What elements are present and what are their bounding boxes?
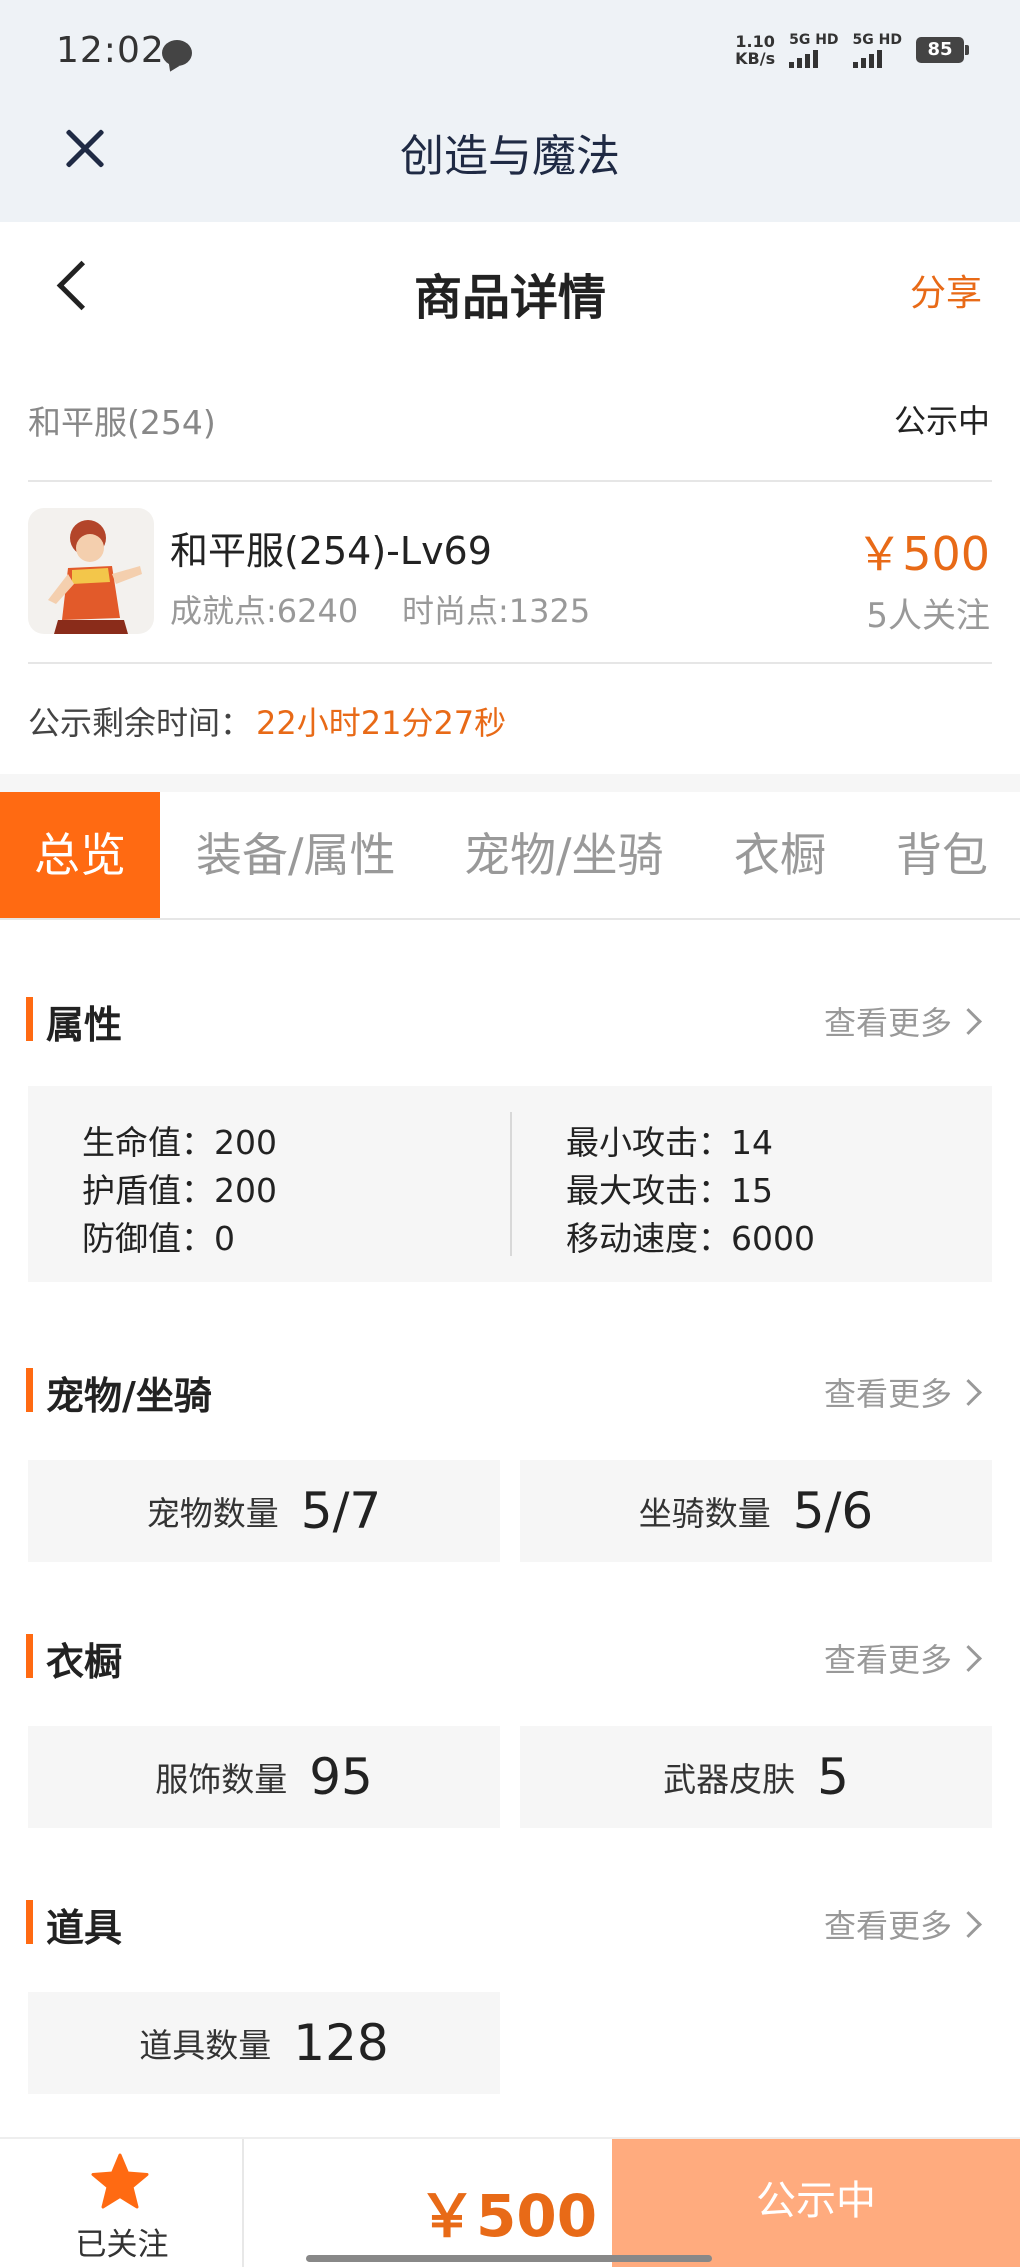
bottom-action-bar: 已关注 ￥500 公示中: [0, 2137, 1020, 2267]
stat-label: 道具数量: [139, 2026, 272, 2065]
tab-backpack[interactable]: 背包: [896, 792, 988, 918]
props-title: 道具: [46, 1906, 123, 1950]
wardrobe-title: 衣橱: [46, 1640, 123, 1684]
stat-value: 5/7: [300, 1482, 382, 1540]
top-header-area: 12:02 1.10 KB/s 5G HD 5G HD 85 创造与魔法: [0, 0, 1020, 222]
signal-bars-icon: [789, 50, 819, 68]
tab-wardrobe[interactable]: 衣橱: [734, 792, 826, 918]
section-accent-bar: [26, 1900, 33, 1944]
stat-label: 服饰数量: [155, 1760, 288, 1799]
bottom-price: ￥500: [418, 2182, 598, 2250]
prop-count-card: 道具数量 128: [28, 1992, 500, 2094]
stat-label: 宠物数量: [146, 1494, 279, 1533]
achievement-points: 成就点:6240: [170, 592, 359, 630]
tab-equipment[interactable]: 装备/属性: [196, 792, 396, 918]
product-price: ￥500: [856, 527, 990, 581]
attributes-more-link[interactable]: 查看更多: [824, 998, 982, 1044]
attributes-panel: 生命值：200 护盾值：200 防御值：0 最小攻击：14 最大攻击：15 移动…: [28, 1086, 992, 1282]
chat-bubble-icon: [162, 40, 192, 66]
attr-defense: 防御值：0: [82, 1219, 235, 1258]
signal-2: 5G HD: [852, 32, 902, 68]
pet-count-card: 宠物数量 5/7: [28, 1460, 500, 1562]
wardrobe-more-link[interactable]: 查看更多: [824, 1635, 982, 1681]
section-accent-bar: [26, 1634, 33, 1678]
star-icon: [91, 2153, 149, 2209]
network-speed-unit: KB/s: [735, 49, 776, 68]
server-name: 和平服(254): [28, 403, 216, 442]
fashion-points: 时尚点:1325: [402, 592, 591, 630]
tab-bar: 总览 装备/属性 宠物/坐骑 衣橱 背包: [0, 792, 1020, 920]
section-accent-bar: [26, 1368, 33, 1412]
attr-hp: 生命值：200: [82, 1123, 277, 1162]
tab-overview[interactable]: 总览: [0, 792, 160, 918]
attr-shield: 护盾值：200: [82, 1171, 277, 1210]
attributes-title: 属性: [46, 1003, 123, 1047]
attr-min-attack: 最小攻击：14: [566, 1123, 773, 1162]
follow-label: 已关注: [75, 2227, 169, 2263]
share-button[interactable]: 分享: [910, 264, 982, 316]
remaining-time-value: 22小时21分27秒: [256, 704, 507, 742]
network-speed: 1.10 KB/s: [735, 33, 775, 67]
product-name: 和平服(254)-Lv69: [170, 529, 492, 573]
pets-title: 宠物/坐骑: [46, 1374, 212, 1418]
props-more-link[interactable]: 查看更多: [824, 1901, 982, 1947]
mount-count-card: 坐骑数量 5/6: [520, 1460, 992, 1562]
signal-bars-icon: [852, 50, 882, 68]
battery-icon: 85: [916, 37, 969, 63]
section-accent-bar: [26, 997, 33, 1041]
tab-pets[interactable]: 宠物/坐骑: [464, 792, 664, 918]
status-time: 12:02: [56, 30, 165, 71]
listing-status: 公示中: [893, 402, 990, 440]
follow-button[interactable]: 已关注: [0, 2139, 244, 2267]
remaining-time-label: 公示剩余时间：: [28, 704, 253, 742]
weapon-skin-card: 武器皮肤 5: [520, 1726, 992, 1828]
attr-move-speed: 移动速度：6000: [566, 1219, 815, 1258]
divider: [28, 662, 992, 664]
stat-value: 95: [309, 1748, 373, 1806]
follower-count: 5人关注: [866, 596, 990, 636]
outfit-count-card: 服饰数量 95: [28, 1726, 500, 1828]
network-speed-value: 1.10: [735, 32, 775, 51]
listing-status-button[interactable]: 公示中: [612, 2139, 1020, 2267]
attr-divider: [510, 1112, 512, 1256]
pets-more-link[interactable]: 查看更多: [824, 1369, 982, 1415]
stat-value: 128: [293, 2014, 389, 2072]
stat-label: 坐骑数量: [638, 1494, 771, 1533]
page-title: 商品详情: [413, 270, 606, 326]
stat-value: 5: [817, 1748, 849, 1806]
section-gap: [0, 774, 1020, 792]
attr-max-attack: 最大攻击：15: [566, 1171, 773, 1210]
divider: [28, 480, 992, 482]
app-title: 创造与魔法: [400, 131, 620, 182]
signal-1-label: 5G HD: [789, 32, 839, 48]
stat-label: 武器皮肤: [663, 1760, 796, 1799]
stat-value: 5/6: [792, 1482, 874, 1540]
signal-1: 5G HD: [789, 32, 839, 68]
status-indicators: 1.10 KB/s 5G HD 5G HD 85: [735, 32, 969, 68]
character-avatar: [28, 508, 154, 634]
home-indicator[interactable]: [306, 2255, 712, 2262]
signal-2-label: 5G HD: [852, 32, 902, 48]
